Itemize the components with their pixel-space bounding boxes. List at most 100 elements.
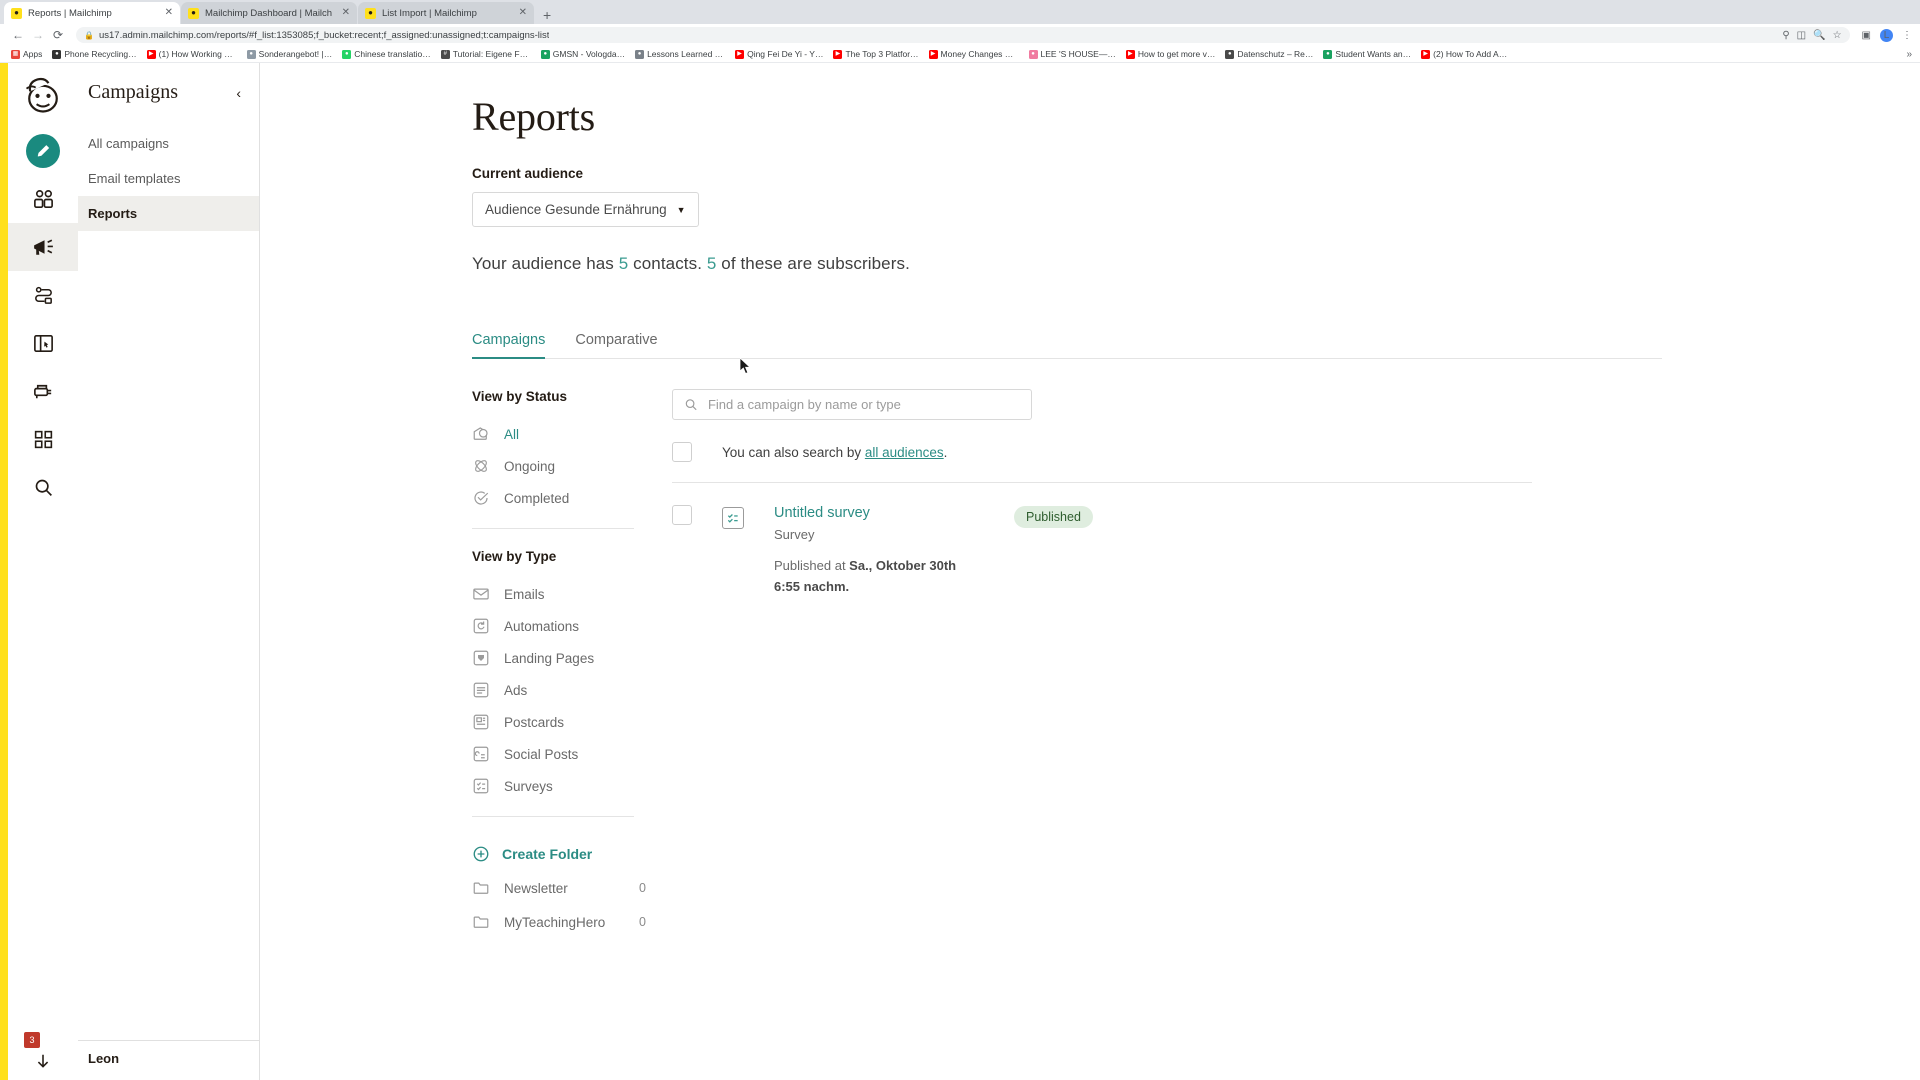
filter-status-ongoing[interactable]: Ongoing — [472, 450, 652, 482]
site-favicon-icon: ● — [1028, 49, 1038, 59]
mailchimp-logo[interactable] — [21, 73, 65, 117]
campaign-search-box[interactable] — [672, 389, 1032, 420]
audience-dropdown[interactable]: Audience Gesunde Ernährung ▼ — [472, 192, 699, 227]
all-audiences-checkbox[interactable] — [672, 442, 692, 462]
filter-type-postcards[interactable]: Postcards — [472, 706, 652, 738]
close-tab-icon[interactable]: ✕ — [342, 8, 350, 18]
bookmark-label: Phone Recycling… — [64, 49, 137, 59]
bookmarks-overflow-icon[interactable]: » — [1906, 49, 1914, 60]
automation-icon — [473, 618, 489, 634]
youtube-favicon-icon: ▶ — [146, 49, 156, 59]
bookmark-item[interactable]: ● GMSN - Vologda… — [536, 49, 630, 59]
filter-status-all[interactable]: All — [472, 418, 652, 450]
bookmark-item[interactable]: ● Chinese translatio… — [337, 49, 436, 59]
sidebar-item-automations[interactable] — [8, 271, 78, 319]
bookmark-item[interactable]: ▶ Qing Fei De Yi - Y… — [730, 49, 828, 59]
extension-icon[interactable]: ▣ — [1862, 30, 1871, 41]
sidebar-item-audience[interactable] — [8, 175, 78, 223]
bookmark-item[interactable]: ▶ (1) How Working a… — [142, 49, 242, 59]
bookmark-item[interactable]: ● Student Wants an… — [1318, 49, 1416, 59]
filter-type-ads[interactable]: Ads — [472, 674, 652, 706]
ads-icon — [473, 682, 489, 698]
mailchimp-favicon-icon: ● — [11, 7, 22, 19]
youtube-favicon-icon: ▶ — [735, 49, 745, 59]
create-button[interactable] — [8, 127, 78, 175]
filter-type-automations[interactable]: Automations — [472, 610, 652, 642]
cast-icon[interactable]: ◫ — [1797, 30, 1806, 41]
filter-type-landing-pages[interactable]: Landing Pages — [472, 642, 652, 674]
collapse-panel-icon[interactable]: ‹ — [236, 86, 241, 100]
bookmark-item[interactable]: ▶ Money Changes E… — [924, 49, 1024, 59]
filters-panel: View by Status All Ongoing Completed Vie… — [472, 389, 672, 939]
bookmark-item[interactable]: ● Phone Recycling… — [47, 49, 141, 59]
bookmark-item[interactable]: ● Datenschutz – Re… — [1220, 49, 1318, 59]
results-divider — [672, 482, 1532, 483]
view-by-status-heading: View by Status — [472, 389, 568, 404]
site-favicon-icon: ● — [540, 49, 550, 59]
create-folder-button[interactable]: Create Folder — [472, 837, 652, 871]
bookmark-item[interactable]: ● LEE 'S HOUSE—… — [1024, 49, 1121, 59]
sidebar-item-campaigns[interactable] — [8, 223, 78, 271]
tab-comparative[interactable]: Comparative — [575, 332, 657, 359]
close-tab-icon[interactable]: ✕ — [519, 8, 527, 18]
folder-item-myteachinghero[interactable]: MyTeachingHero 0 — [472, 905, 652, 939]
address-bar[interactable]: 🔒 us17.admin.mailchimp.com/reports/#f_li… — [76, 27, 1850, 43]
chevron-down-icon: ▼ — [676, 204, 686, 215]
site-favicon-icon: ● — [1323, 49, 1333, 59]
bookmark-item[interactable]: ● Lessons Learned f… — [630, 49, 730, 59]
bookmark-item[interactable]: ▶ How to get more v… — [1121, 49, 1220, 59]
reload-icon[interactable]: ⟳ — [48, 25, 68, 45]
sidebar-item-website[interactable] — [8, 319, 78, 367]
sidebar-item-email-templates[interactable]: Email templates — [78, 161, 259, 196]
contacts-count: 5 — [618, 254, 629, 273]
filter-type-emails[interactable]: Emails — [472, 578, 652, 610]
tab-campaigns[interactable]: Campaigns — [472, 332, 546, 359]
profile-avatar[interactable]: L — [1880, 28, 1893, 42]
sidebar-item-reports[interactable]: Reports — [78, 196, 259, 231]
search-input[interactable] — [707, 397, 1020, 412]
back-icon[interactable]: ← — [8, 25, 28, 45]
brand-accent-bar — [0, 63, 8, 1080]
notification-badge[interactable]: 3 — [24, 1032, 40, 1048]
sidebar-item-content-studio[interactable] — [8, 367, 78, 415]
filter-type-social-posts[interactable]: Social Posts — [472, 738, 652, 770]
ongoing-icon — [475, 460, 487, 472]
sidebar-search-button[interactable] — [8, 463, 78, 511]
site-favicon-icon: ● — [246, 49, 256, 59]
social-post-icon — [473, 746, 489, 762]
sidebar-item-integrations[interactable] — [8, 415, 78, 463]
bookmark-label: Datenschutz – Re… — [1237, 49, 1314, 59]
chrome-menu-icon[interactable]: ⋮ — [1902, 30, 1912, 41]
bookmark-item[interactable]: ▶ (2) How To Add A… — [1416, 49, 1512, 59]
bookmark-item[interactable]: ▶ The Top 3 Platfor… — [828, 49, 923, 59]
table-row[interactable]: Untitled survey Survey Published at Sa.,… — [672, 505, 1632, 598]
youtube-favicon-icon: ▶ — [1421, 49, 1431, 59]
help-icon[interactable] — [32, 1052, 54, 1074]
zoom-icon[interactable]: 🔍 — [1813, 30, 1825, 41]
filter-status-completed[interactable]: Completed — [472, 482, 652, 514]
folder-icon — [473, 916, 489, 928]
all-audiences-link[interactable]: all audiences — [865, 445, 944, 460]
filter-type-surveys[interactable]: Surveys — [472, 770, 652, 802]
bookmark-item[interactable]: ● Sonderangebot! |… — [242, 49, 338, 59]
sidebar-item-all-campaigns[interactable]: All campaigns — [78, 126, 259, 161]
bookmark-star-icon[interactable]: ☆ — [1833, 30, 1842, 41]
forward-icon[interactable]: → — [28, 25, 48, 45]
bookmark-item[interactable]: ▦ Apps — [6, 49, 47, 59]
close-tab-icon[interactable]: ✕ — [165, 8, 173, 18]
audience-summary: Your audience has 5 contacts. 5 of these… — [472, 254, 1662, 274]
browser-tab[interactable]: ● List Import | Mailchimp ✕ — [358, 2, 534, 24]
bookmark-label: Sonderangebot! |… — [258, 49, 333, 59]
campaign-name-link[interactable]: Untitled survey — [774, 505, 984, 521]
new-tab-button[interactable]: + — [535, 8, 559, 24]
browser-tab[interactable]: ● Mailchimp Dashboard | Mailch ✕ — [181, 2, 357, 24]
audience-dropdown-value: Audience Gesunde Ernährung — [485, 202, 667, 217]
folder-item-newsletter[interactable]: Newsletter 0 — [472, 871, 652, 905]
browser-tab[interactable]: ● Reports | Mailchimp ✕ — [4, 2, 180, 24]
account-name: Leon — [88, 1051, 120, 1066]
campaign-checkbox[interactable] — [672, 505, 692, 525]
site-favicon-icon: ● — [342, 49, 352, 59]
bookmark-item[interactable]: # Tutorial: Eigene Fa… — [436, 49, 536, 59]
key-icon[interactable]: ⚲ — [1782, 30, 1789, 41]
account-section[interactable]: Leon — [78, 1040, 260, 1080]
